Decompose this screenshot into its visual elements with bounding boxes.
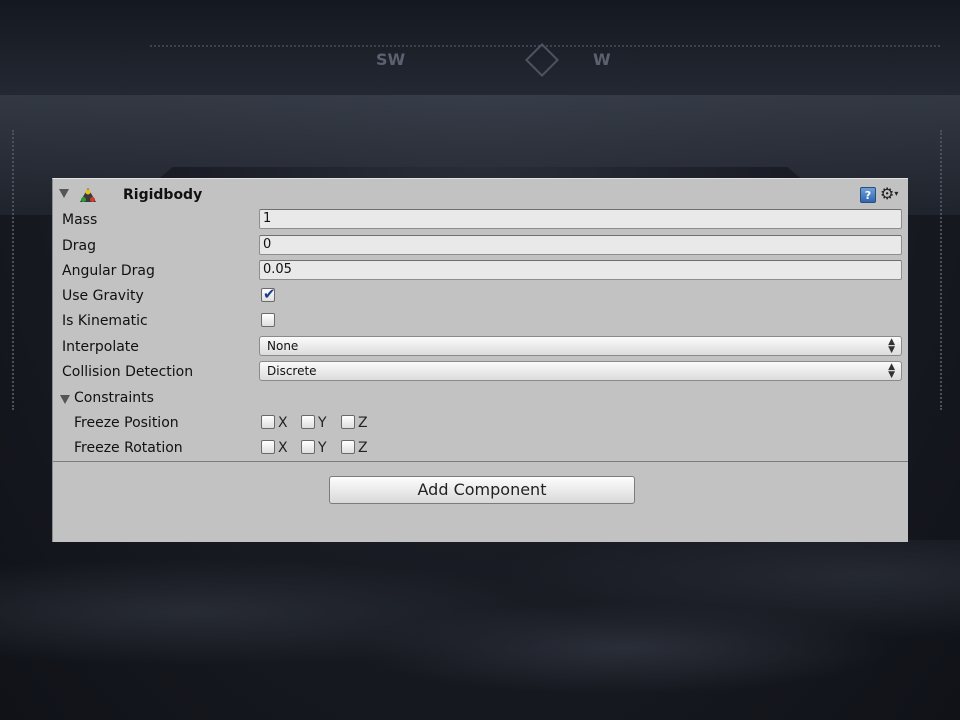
axis-label: Y [318, 415, 327, 431]
axis-label: Y [318, 440, 327, 456]
interpolate-label: Interpolate [62, 339, 139, 355]
freeze-rotation-x-checkbox[interactable] [261, 440, 275, 454]
collision-detection-row: Collision Detection Discrete ▲ ▼ [53, 360, 908, 385]
rigidbody-icon [80, 188, 96, 202]
freeze-position-label: Freeze Position [74, 415, 179, 431]
scene-map [0, 540, 960, 720]
axis-label: Z [358, 440, 368, 456]
freeze-rotation-z-checkbox[interactable] [341, 440, 355, 454]
freeze-position-z-checkbox[interactable] [341, 415, 355, 429]
axis-label: X [278, 415, 288, 431]
collision-detection-label: Collision Detection [62, 364, 194, 380]
angular-drag-row: Angular Drag 0.05 [53, 259, 908, 284]
component-header[interactable]: Rigidbody ? ⚙▾ [53, 179, 908, 211]
is-kinematic-row: Is Kinematic [53, 309, 908, 334]
updown-arrows-icon: ▲ ▼ [888, 337, 895, 355]
freeze-position-x-checkbox[interactable] [261, 415, 275, 429]
axis-label: Z [358, 415, 368, 431]
interpolate-value: None [267, 339, 299, 353]
compass-letter-w: W [593, 50, 611, 69]
mass-row: Mass 1 [53, 208, 908, 233]
interpolate-dropdown[interactable]: None ▲ ▼ [259, 336, 902, 356]
interpolate-row: Interpolate None ▲ ▼ [53, 335, 908, 360]
scene-dots-right [940, 130, 945, 410]
drag-row: Drag 0 [53, 234, 908, 259]
collision-detection-dropdown[interactable]: Discrete ▲ ▼ [259, 361, 902, 381]
freeze-position-row: Freeze Position X Y Z [53, 411, 908, 436]
compass-letter-sw: SW [376, 50, 406, 69]
use-gravity-row: Use Gravity ✔ [53, 284, 908, 309]
axis-label: X [278, 440, 288, 456]
updown-arrows-icon: ▲ ▼ [888, 362, 895, 380]
gear-icon[interactable]: ⚙▾ [880, 185, 900, 203]
mass-field[interactable]: 1 [259, 209, 902, 229]
compass-marker [525, 43, 559, 77]
collision-detection-value: Discrete [267, 364, 317, 378]
divider [53, 461, 908, 462]
help-icon[interactable]: ? [860, 187, 876, 203]
add-component-button[interactable]: Add Component [329, 476, 635, 504]
constraints-foldout-icon[interactable] [60, 395, 70, 404]
checkmark-icon: ✔ [263, 285, 276, 303]
constraints-row[interactable]: Constraints [53, 386, 908, 411]
use-gravity-label: Use Gravity [62, 288, 144, 304]
drag-label: Drag [62, 238, 97, 254]
component-title: Rigidbody [123, 187, 203, 203]
constraints-label: Constraints [74, 390, 154, 406]
scene-dots-left [12, 130, 17, 410]
use-gravity-checkbox[interactable]: ✔ [261, 285, 276, 303]
is-kinematic-checkbox[interactable] [261, 313, 275, 327]
drag-field[interactable]: 0 [259, 235, 902, 255]
mass-label: Mass [62, 212, 98, 228]
freeze-rotation-row: Freeze Rotation X Y Z [53, 436, 908, 461]
freeze-rotation-label: Freeze Rotation [74, 440, 183, 456]
foldout-arrow-icon[interactable] [59, 189, 69, 198]
freeze-position-y-checkbox[interactable] [301, 415, 315, 429]
is-kinematic-label: Is Kinematic [62, 313, 148, 329]
rigidbody-inspector: Rigidbody ? ⚙▾ Mass 1 Drag 0 Angular Dra… [52, 178, 908, 542]
freeze-rotation-y-checkbox[interactable] [301, 440, 315, 454]
angular-drag-field[interactable]: 0.05 [259, 260, 902, 280]
angular-drag-label: Angular Drag [62, 263, 155, 279]
compass-bar: SW W [150, 38, 940, 77]
